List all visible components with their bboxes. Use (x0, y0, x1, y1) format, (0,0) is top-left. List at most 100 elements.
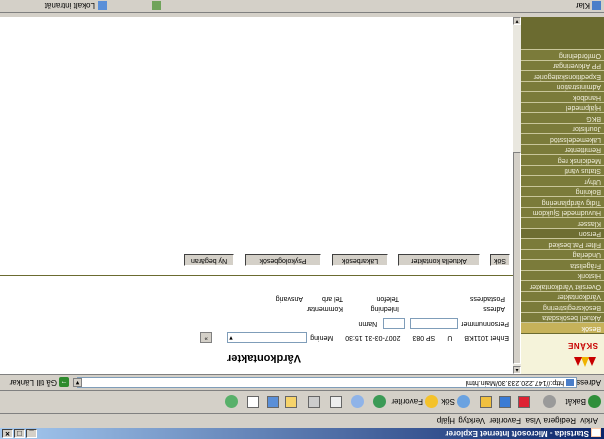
refresh-icon (499, 396, 511, 408)
window-button[interactable] (247, 394, 259, 410)
status-bar: Klar Lokalt intranät (0, 0, 604, 13)
tools-button[interactable] (225, 394, 238, 410)
sidebar-scrollbar[interactable]: ▲ ▼ (513, 17, 521, 374)
scroll-up-button[interactable]: ▲ (513, 366, 521, 374)
menu-visa[interactable]: Visa (523, 415, 544, 426)
main-content: Vårdkontakter Enhet 1011KB U SP 083 2007… (0, 17, 513, 374)
history-icon (373, 395, 386, 409)
sidebar-item-oversikt-vardkontakter[interactable]: Översikt Vårdkontakter (521, 280, 604, 291)
close-button[interactable]: × (2, 429, 13, 438)
sidebar-item-vardplanering[interactable]: Tidig vårdplanering (521, 196, 604, 207)
edit-button[interactable] (308, 394, 320, 410)
sidebar-item-remittenter[interactable]: Remittenter (521, 144, 604, 155)
address-label: Adress (576, 378, 601, 387)
search-button[interactable]: Sök (441, 394, 470, 410)
datetime: 2007-03-31 15:30 (345, 334, 401, 341)
scroll-down-button[interactable]: ▼ (513, 17, 521, 25)
intranet-icon (98, 1, 107, 10)
sidebar-item-besoksregistrering[interactable]: Besöksregistrering (521, 301, 604, 312)
forward-button[interactable] (543, 394, 556, 410)
sidebar-item-underlag[interactable]: Underlag (521, 249, 604, 260)
telefon-label: Telefon (376, 295, 399, 302)
sidebar-item-pp-arkiveringar[interactable]: PP Arkiveringar (521, 60, 604, 71)
print-icon (330, 396, 342, 408)
favorites-label: Favoriter (391, 397, 423, 407)
status-text: Klar (575, 1, 590, 10)
inledning-label: Inledning (370, 305, 399, 312)
sidebar-item-vardkontakter[interactable]: Vårdkontakter (521, 291, 604, 302)
sidebar-item-lakemedel[interactable]: Läkemedelsstöd (521, 133, 604, 144)
sidebar-item-huvudmedel[interactable]: Huvudmedel Sjukdom (521, 207, 604, 218)
refresh-button[interactable] (499, 394, 511, 410)
tab-aktuella-kontakter[interactable]: Aktuella kontakter (398, 254, 480, 266)
chevron-right-button[interactable]: » (200, 332, 213, 343)
sidebar-item-bokning[interactable]: Bokning (521, 186, 604, 197)
menu-redigera[interactable]: Redigera (541, 415, 579, 426)
window-title: Startsida - Microsoft Internet Explorer (445, 429, 589, 438)
sidebar-item-handbok[interactable]: Handbok (521, 91, 604, 102)
address-input[interactable]: http://147.220.233.30/Main.html (77, 377, 577, 388)
personnummer-input[interactable] (410, 318, 459, 329)
tab-psykologbesok[interactable]: Psykologbesök (245, 254, 321, 266)
sidebar-item-aktuell-besoksdata[interactable]: Aktuell besöksdata (521, 312, 604, 323)
sidebar-nav: Besök Aktuell besöksdata Besöksregistrer… (521, 49, 604, 333)
sidebar-item-omfordelning[interactable]: Omfördelning (521, 49, 604, 60)
back-button[interactable]: Bakåt (566, 394, 601, 410)
sidebar-item-bkg[interactable]: BKG (521, 112, 604, 123)
home-button[interactable] (480, 394, 492, 410)
person-input-row: Personnummer Namn (358, 318, 509, 329)
maximize-button[interactable]: □ (14, 429, 25, 438)
menu-hjalp[interactable]: Hjälp (434, 415, 458, 426)
menu-favoriter[interactable]: Favoriter (486, 415, 524, 426)
tab-sok[interactable]: Sök (490, 254, 510, 266)
messenger-button[interactable] (267, 394, 279, 410)
sidebar-item-person[interactable]: Person (521, 228, 604, 239)
stop-button[interactable] (518, 394, 530, 410)
ansvarig-label: Ansvarig (275, 295, 303, 302)
back-arrow-icon (588, 395, 601, 409)
sidebar-item-administration[interactable]: Administration (521, 81, 604, 92)
menu-arkiv[interactable]: Arkiv (577, 415, 601, 426)
page-status-icon (592, 1, 601, 10)
menu-verktyg[interactable]: Verktyg (455, 415, 488, 426)
print-button[interactable] (330, 394, 342, 410)
personnummer-suffix-input[interactable] (383, 318, 406, 329)
sidebar-item-hjalpmedel[interactable]: Hjälpmedel (521, 102, 604, 113)
sidebar-item-klasser[interactable]: Klasser (521, 217, 604, 228)
scroll-thumb[interactable] (513, 152, 521, 364)
sidebar-item-besok[interactable]: Besök (521, 322, 604, 333)
tab-ny-begaran[interactable]: Ny begäran (184, 254, 234, 266)
go-arrow-icon: → (59, 377, 69, 388)
screen: Startsida - Microsoft Internet Explorer … (0, 0, 604, 439)
favorites-button[interactable]: Favoriter (391, 394, 438, 410)
folder-button[interactable] (285, 394, 297, 410)
home-icon (480, 396, 492, 408)
address-dropdown-button[interactable]: ▼ (73, 378, 82, 387)
lock-icon (152, 1, 161, 10)
logo-text: SKÅNE (567, 341, 598, 350)
mail-button[interactable] (351, 394, 364, 410)
address-bar: Adress http://147.220.233.30/Main.html ▼… (0, 374, 604, 390)
sidebar-item-historik[interactable]: Historik (521, 270, 604, 281)
history-button[interactable] (373, 394, 386, 410)
go-button[interactable]: → Gå till (37, 376, 69, 389)
sidebar-item-jourlistor[interactable]: Jourlistor (521, 123, 604, 134)
mail-icon (351, 395, 364, 409)
sidebar-item-expeditionskategorier[interactable]: Expeditionskategorier (521, 70, 604, 81)
sp-code: SP 083 (412, 334, 436, 341)
tab-lakarbesok[interactable]: Läkarbesök (332, 254, 388, 266)
telarb-label: Tel arb (321, 295, 343, 302)
sidebar-item-filter[interactable]: Filter Pat.besked (521, 238, 604, 249)
sidebar-item-status[interactable]: Status väntl (521, 165, 604, 176)
messenger-icon (267, 396, 279, 408)
sidebar-item-medicinsk[interactable]: Medicinsk reg (521, 154, 604, 165)
mening-select[interactable] (227, 332, 308, 343)
minimize-button[interactable]: _ (26, 429, 37, 438)
links-button[interactable]: Länkar (10, 377, 34, 388)
divider (0, 275, 513, 276)
sidebar-item-fragelista[interactable]: Frågelista (521, 259, 604, 270)
edit-icon (308, 396, 320, 408)
postadress-label: Postadress (469, 295, 505, 302)
namn-label: Namn (358, 320, 378, 327)
sidebar-item-uthyr[interactable]: Uthyr (521, 175, 604, 186)
